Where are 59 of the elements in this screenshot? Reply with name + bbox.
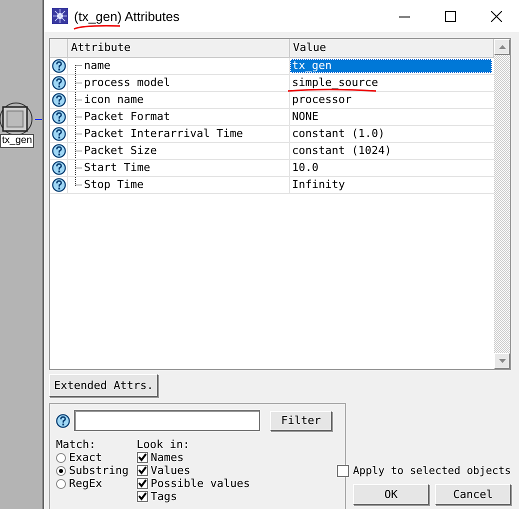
attribute-name: Start Time	[84, 160, 150, 176]
value-cell[interactable]: 10.0	[290, 161, 492, 175]
checkbox-label: Tags	[150, 490, 178, 502]
node-label: tx_gen	[0, 134, 34, 148]
annotation-stroke	[73, 24, 121, 30]
dialog-button[interactable]: OK	[353, 484, 429, 505]
help-icon[interactable]	[52, 161, 66, 175]
attribute-name: process model	[84, 75, 170, 91]
attribute-name: Packet Format	[84, 109, 170, 125]
dialog-button[interactable]: Cancel	[435, 484, 511, 505]
scroll-down-icon	[498, 359, 506, 363]
checkbox[interactable]	[336, 465, 349, 477]
radio-button[interactable]	[56, 478, 66, 488]
window-title: (tx_gen) Attributes	[74, 8, 180, 24]
scroll-up-icon	[498, 45, 506, 49]
value-cell[interactable]: constant (1024)	[290, 144, 492, 158]
maximize-icon	[444, 10, 456, 22]
attribute-name: Packet Interarrival Time	[84, 126, 243, 142]
extended-attrs-button[interactable]: Extended Attrs.	[49, 374, 158, 397]
match-label: Match:	[56, 439, 97, 451]
value-cell[interactable]: simple_source	[290, 76, 492, 90]
column-header[interactable]: Attribute	[68, 39, 290, 57]
radio-label: Exact	[69, 452, 102, 464]
checkbox-label: Apply to selected objects	[352, 465, 511, 477]
help-icon[interactable]	[56, 414, 70, 428]
help-icon[interactable]	[52, 127, 66, 141]
value-cell[interactable]: tx_gen	[290, 59, 492, 73]
checkbox-label: Names	[150, 452, 184, 464]
checkbox-label: Values	[150, 464, 190, 476]
help-icon[interactable]	[52, 93, 66, 107]
radio-button[interactable]	[56, 452, 66, 462]
attribute-name: name	[84, 58, 110, 74]
attribute-name: icon name	[84, 92, 144, 108]
help-icon[interactable]	[52, 110, 66, 124]
help-icon[interactable]	[52, 178, 66, 192]
filter-button[interactable]: Filter	[270, 410, 332, 430]
attribute-name: Packet Size	[84, 143, 157, 159]
close-icon	[490, 10, 502, 22]
help-icon[interactable]	[52, 59, 66, 73]
attribute-name: Stop Time	[84, 177, 144, 193]
radio-label: RegEx	[69, 478, 102, 490]
radio-button[interactable]	[56, 466, 66, 476]
scrollbar[interactable]	[494, 39, 510, 369]
checkbox[interactable]	[136, 478, 148, 489]
checkbox[interactable]	[136, 452, 148, 463]
checkbox-label: Possible values	[150, 478, 250, 490]
value-cell[interactable]: NONE	[290, 110, 492, 124]
help-icon[interactable]	[52, 76, 66, 90]
checkbox[interactable]	[136, 465, 148, 476]
filter-field[interactable]	[74, 410, 260, 431]
look-in-label: Look in:	[136, 439, 191, 451]
help-icon[interactable]	[52, 144, 66, 158]
checkbox[interactable]	[136, 491, 148, 502]
value-cell[interactable]: Infinity	[290, 178, 492, 192]
connection-line	[35, 119, 42, 120]
value-cell[interactable]: processor	[290, 93, 492, 107]
app-icon	[52, 8, 68, 24]
value-cell[interactable]: constant (1.0)	[290, 127, 492, 141]
radio-label: Substring	[69, 464, 129, 476]
